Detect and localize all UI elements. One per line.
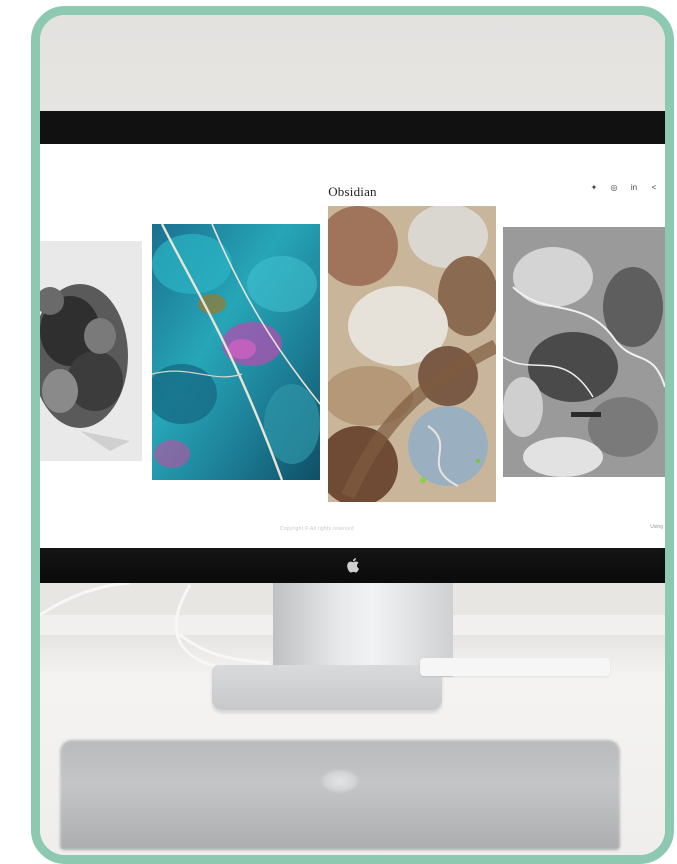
twitter-icon[interactable]: ✦ [589,183,599,192]
keyboard [420,658,610,676]
laptop-closed [60,740,620,850]
monitor-chin [40,548,665,583]
gallery-image-mineral-grey[interactable] [40,241,142,461]
gallery-image-mineral-blue[interactable] [152,224,320,480]
footer-copyright: Copyright © All rights reserved [280,526,354,532]
footer-credit[interactable]: Using [650,524,663,530]
monitor: Obsidian ✦ ◎ in < Copyright © All rights… [40,111,665,583]
site-title-wrap: Obsidian [40,184,665,200]
laptop-apple-logo [322,770,358,792]
apple-icon [346,558,359,573]
social-links: ✦ ◎ in < [589,183,659,192]
gallery-image-aerial-canyon[interactable] [328,206,496,502]
linkedin-icon[interactable]: in [629,183,639,192]
photo-frame: Obsidian ✦ ◎ in < Copyright © All rights… [31,6,674,864]
site-title[interactable]: Obsidian [328,184,377,199]
monitor-stand-base [212,665,442,710]
instagram-icon[interactable]: ◎ [609,183,619,192]
gallery-image-agate-grey[interactable] [503,227,665,477]
share-icon[interactable]: < [649,183,659,192]
monitor-screen: Obsidian ✦ ◎ in < Copyright © All rights… [40,144,665,548]
